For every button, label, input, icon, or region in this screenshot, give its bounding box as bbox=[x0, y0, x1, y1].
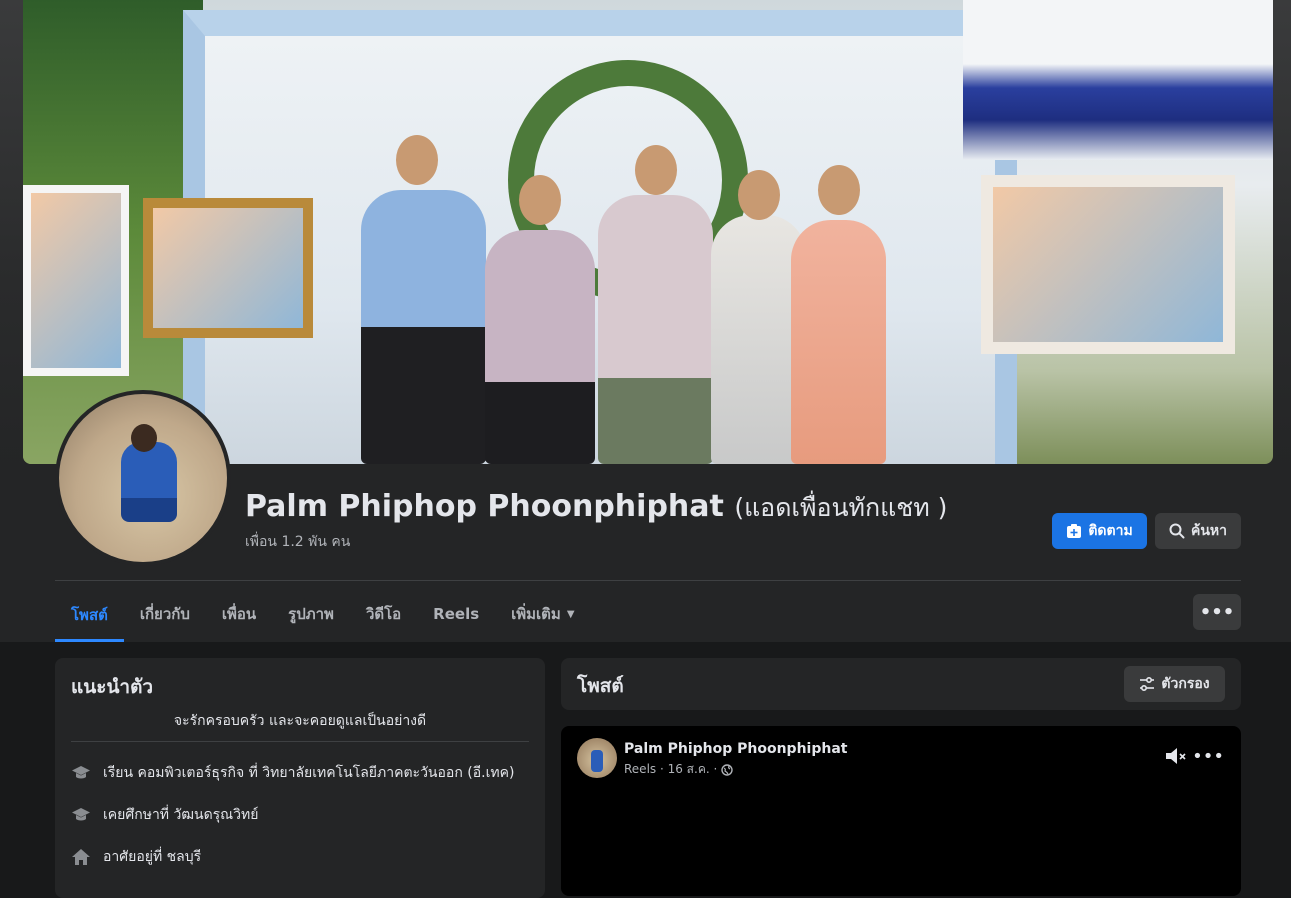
intro-card: แนะนำตัว จะรักครอบครัว และจะคอยดูแลเป็นอ… bbox=[55, 658, 545, 898]
cover-person bbox=[485, 230, 595, 464]
posts-header: โพสต์ ตัวกรอง bbox=[561, 658, 1241, 710]
mute-button[interactable] bbox=[1164, 745, 1188, 767]
header-divider bbox=[55, 580, 1241, 581]
tab-label: โพสต์ bbox=[71, 605, 108, 624]
tab-reels[interactable]: Reels bbox=[417, 590, 495, 638]
tab-posts[interactable]: โพสต์ bbox=[55, 590, 124, 642]
cover-person bbox=[791, 220, 886, 464]
intro-divider bbox=[71, 741, 529, 742]
cover-frame bbox=[981, 175, 1235, 354]
post-card: Palm Phiphop Phoonphiphat Reels · 16 ส.ค… bbox=[561, 726, 1241, 896]
intro-item-text[interactable]: เคยศึกษาที่ วัฒนดรุณวิทย์ bbox=[103, 804, 258, 826]
cover-person bbox=[361, 190, 486, 464]
tab-label: Reels bbox=[433, 605, 480, 623]
tab-more[interactable]: เพิ่มเติม ▼ bbox=[495, 590, 590, 638]
post-options-button[interactable]: ••• bbox=[1192, 745, 1224, 767]
search-icon bbox=[1169, 523, 1185, 539]
tab-photos[interactable]: รูปภาพ bbox=[272, 590, 350, 638]
search-button[interactable]: ค้นหา bbox=[1155, 513, 1241, 549]
tab-label: เพื่อน bbox=[221, 605, 257, 623]
tab-friends[interactable]: เพื่อน bbox=[206, 590, 272, 638]
post-meta-text[interactable]: Reels · 16 ส.ค. · bbox=[624, 760, 717, 779]
intro-title: แนะนำตัว bbox=[71, 676, 154, 698]
cover-person-head bbox=[818, 165, 860, 215]
intro-item-text[interactable]: อาศัยอยู่ที่ ชลบุรี bbox=[103, 846, 201, 868]
home-icon bbox=[71, 847, 91, 867]
tab-label: รูปภาพ bbox=[288, 605, 334, 623]
filter-button[interactable]: ตัวกรอง bbox=[1124, 666, 1225, 702]
profile-alternate-name: (แอดเพื่อนทักแชท ) bbox=[734, 493, 948, 522]
posts-title: โพสต์ bbox=[577, 675, 624, 697]
tab-label: วิดีโอ bbox=[365, 605, 402, 623]
filter-label: ตัวกรอง bbox=[1161, 676, 1210, 692]
cover-person-head bbox=[396, 135, 438, 185]
avatar-figure-head bbox=[131, 424, 157, 452]
tab-label: เกี่ยวกับ bbox=[139, 605, 190, 623]
caret-down-icon: ▼ bbox=[566, 608, 575, 620]
post-author-avatar[interactable] bbox=[577, 738, 617, 778]
post-author-name[interactable]: Palm Phiphop Phoonphiphat bbox=[624, 741, 847, 757]
filter-icon bbox=[1140, 676, 1155, 692]
globe-icon bbox=[721, 763, 733, 776]
profile-avatar[interactable] bbox=[59, 394, 227, 562]
intro-item-home: อาศัยอยู่ที่ ชลบุรี bbox=[71, 846, 201, 868]
profile-name: Palm Phiphop Phoonphiphat (แอดเพื่อนทักแ… bbox=[245, 488, 947, 528]
cover-person-head bbox=[519, 175, 561, 225]
follow-button[interactable]: ติดตาม bbox=[1052, 513, 1147, 549]
cover-frame bbox=[143, 198, 313, 338]
tab-label: เพิ่มเติม bbox=[511, 605, 561, 623]
cover-photo[interactable] bbox=[23, 0, 1273, 464]
post-meta: Reels · 16 ส.ค. · bbox=[624, 760, 733, 779]
intro-item-education: เรียน คอมพิวเตอร์ธุรกิจ ที่ วิทยาลัยเทคโ… bbox=[71, 762, 514, 784]
cover-person-head bbox=[738, 170, 780, 220]
cover-tent bbox=[963, 0, 1273, 160]
profile-name-text: Palm Phiphop Phoonphiphat bbox=[245, 489, 724, 524]
profile-tabs: โพสต์ เกี่ยวกับ เพื่อน รูปภาพ วิดีโอ Ree… bbox=[55, 590, 591, 642]
tab-about[interactable]: เกี่ยวกับ bbox=[124, 590, 206, 638]
volume-muted-icon bbox=[1166, 748, 1186, 764]
more-horizontal-icon: ••• bbox=[1199, 601, 1235, 623]
tab-videos[interactable]: วิดีโอ bbox=[350, 590, 417, 638]
graduation-cap-icon bbox=[71, 763, 91, 783]
follow-label: ติดตาม bbox=[1088, 523, 1133, 539]
follow-icon bbox=[1067, 524, 1082, 538]
search-label: ค้นหา bbox=[1190, 523, 1228, 539]
cover-person-head bbox=[635, 145, 677, 195]
more-horizontal-icon: ••• bbox=[1192, 745, 1224, 767]
avatar-figure bbox=[121, 442, 177, 522]
graduation-cap-icon bbox=[71, 805, 91, 825]
avatar-figure bbox=[591, 750, 603, 772]
more-options-button[interactable]: ••• bbox=[1193, 594, 1241, 630]
intro-item-school: เคยศึกษาที่ วัฒนดรุณวิทย์ bbox=[71, 804, 258, 826]
cover-frame bbox=[23, 185, 129, 376]
cover-person bbox=[598, 195, 713, 464]
intro-item-text[interactable]: เรียน คอมพิวเตอร์ธุรกิจ ที่ วิทยาลัยเทคโ… bbox=[103, 762, 514, 784]
intro-bio: จะรักครอบครัว และจะคอยดูแลเป็นอย่างดี bbox=[173, 713, 427, 729]
friend-count[interactable]: เพื่อน 1.2 พัน คน bbox=[245, 531, 350, 553]
